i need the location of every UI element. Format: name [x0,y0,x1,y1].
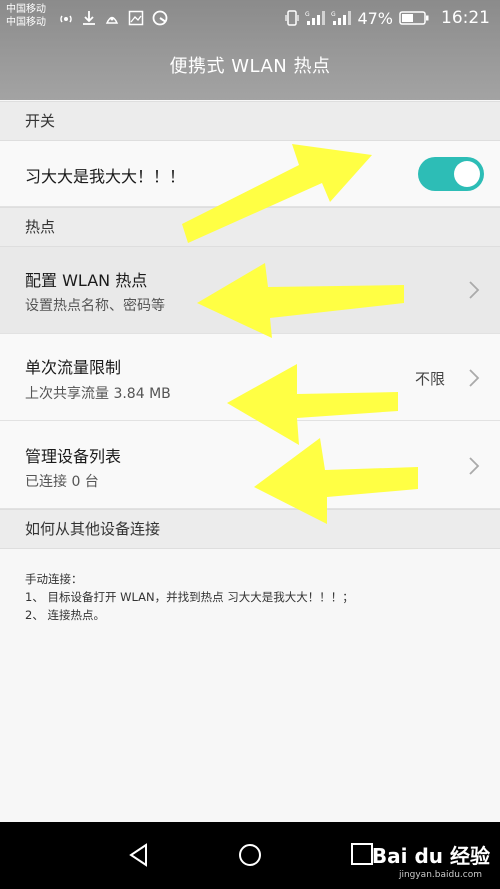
watermark-url: jingyan.baidu.com [398,870,482,880]
home-icon[interactable] [237,842,263,872]
carrier-info: 中国移动 中国移动 [6,3,46,29]
watermark-logo: Bai du 经验 [371,844,490,868]
traffic-limit-subtitle: 上次共享流量 3.84 MB [25,386,171,402]
download-icon [82,10,96,26]
section-header-switch: 开关 [0,101,500,141]
device-list-title: 管理设备列表 [25,447,122,466]
hotspot-toggle[interactable] [418,157,484,191]
config-wlan-subtitle: 设置热点名称、密码等 [25,298,165,314]
config-wlan-row[interactable]: 配置 WLAN 热点 设置热点名称、密码等 [0,247,500,334]
instruction-line: 手动连接： [25,572,83,586]
chevron-right-icon [468,280,480,304]
section-header-how-to: 如何从其他设备连接 [0,509,500,549]
battery-icon [399,11,429,25]
clock: 16:21 [441,8,490,28]
traffic-limit-row[interactable]: 单次流量限制 上次共享流量 3.84 MB 不限 [0,334,500,421]
page-title: 便携式 WLAN 热点 [169,56,331,77]
toggle-knob [454,161,480,187]
status-bar: 中国移动 中国移动 G G 47% 16:21 [0,0,500,36]
wifi-hotspot-icon [58,11,74,25]
hotspot-name-label: 习大大是我大大！！！ [25,167,186,186]
signal-icon: G [305,10,326,26]
instructions-text: 手动连接： 1、 目标设备打开 WLAN，并找到热点 习大大是我大大！！！； 2… [25,570,354,624]
svg-text:G: G [305,11,310,18]
app-icon [104,10,120,26]
back-icon[interactable] [126,842,152,872]
instruction-line: 1、 目标设备打开 WLAN，并找到热点 习大大是我大大！！！； [25,590,354,604]
instruction-line: 2、 连接热点。 [25,608,105,622]
recents-icon[interactable] [350,842,374,870]
section-header-hotspot: 热点 [0,207,500,247]
traffic-limit-value: 不限 [414,370,445,388]
vibrate-icon [285,10,300,26]
device-list-row[interactable]: 管理设备列表 已连接 0 台 [0,421,500,509]
carrier-2: 中国移动 [6,17,46,28]
battery-percent: 47% [357,8,393,28]
chevron-right-icon [468,368,480,392]
image-icon [128,10,144,26]
browser-icon [152,10,168,26]
traffic-limit-title: 单次流量限制 [25,358,122,377]
device-list-subtitle: 已连接 0 台 [25,474,99,490]
navigation-bar: Bai du 经验 jingyan.baidu.com [0,822,500,889]
chevron-right-icon [468,456,480,480]
config-wlan-title: 配置 WLAN 热点 [25,271,148,290]
svg-text:G: G [331,11,336,18]
signal-icon-2: G [331,10,352,26]
hotspot-switch-row[interactable]: 习大大是我大大！！！ [0,141,500,207]
carrier-1: 中国移动 [6,4,46,15]
